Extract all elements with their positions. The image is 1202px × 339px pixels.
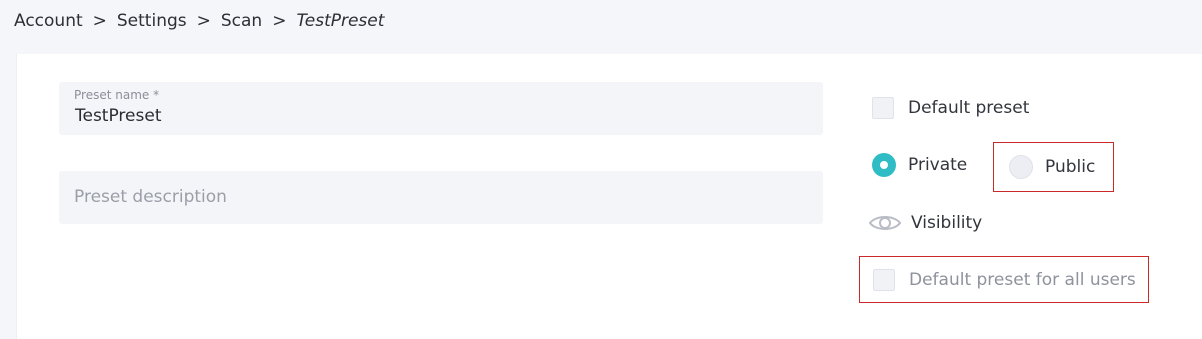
breadcrumb-separator: > [272, 11, 287, 31]
breadcrumb-item-scan[interactable]: Scan [221, 11, 262, 31]
breadcrumb: Account > Settings > Scan > TestPreset [14, 11, 384, 31]
preset-name-label: Preset name * [74, 88, 160, 102]
breadcrumb-item-settings[interactable]: Settings [117, 11, 187, 31]
breadcrumb-separator: > [92, 11, 107, 31]
preset-form-panel: Preset name * TestPreset Preset descript… [16, 54, 1202, 339]
public-label: Public [1045, 157, 1096, 177]
preset-description-placeholder: Preset description [74, 187, 227, 207]
preset-description-field[interactable]: Preset description [59, 171, 823, 224]
preset-name-value[interactable]: TestPreset [75, 106, 162, 126]
public-option[interactable]: Public [993, 142, 1114, 192]
private-option[interactable]: Private [872, 153, 967, 177]
visibility-option[interactable]: Visibility [868, 212, 982, 234]
breadcrumb-item-current: TestPreset [296, 11, 385, 31]
default-preset-checkbox[interactable] [872, 97, 894, 119]
default-preset-option[interactable]: Default preset [872, 97, 1029, 119]
public-radio[interactable] [1009, 155, 1033, 179]
private-radio[interactable] [872, 153, 896, 177]
preset-name-field[interactable]: Preset name * TestPreset [59, 82, 823, 135]
private-label: Private [908, 155, 968, 175]
eye-icon[interactable] [868, 212, 902, 234]
breadcrumb-item-account[interactable]: Account [14, 11, 83, 31]
default-all-users-checkbox[interactable] [873, 268, 895, 291]
default-preset-label: Default preset [908, 98, 1030, 118]
visibility-label: Visibility [911, 213, 983, 233]
default-all-users-label: Default preset for all users [909, 269, 1136, 290]
breadcrumb-separator: > [196, 11, 211, 31]
default-all-users-option[interactable]: Default preset for all users [859, 256, 1149, 303]
